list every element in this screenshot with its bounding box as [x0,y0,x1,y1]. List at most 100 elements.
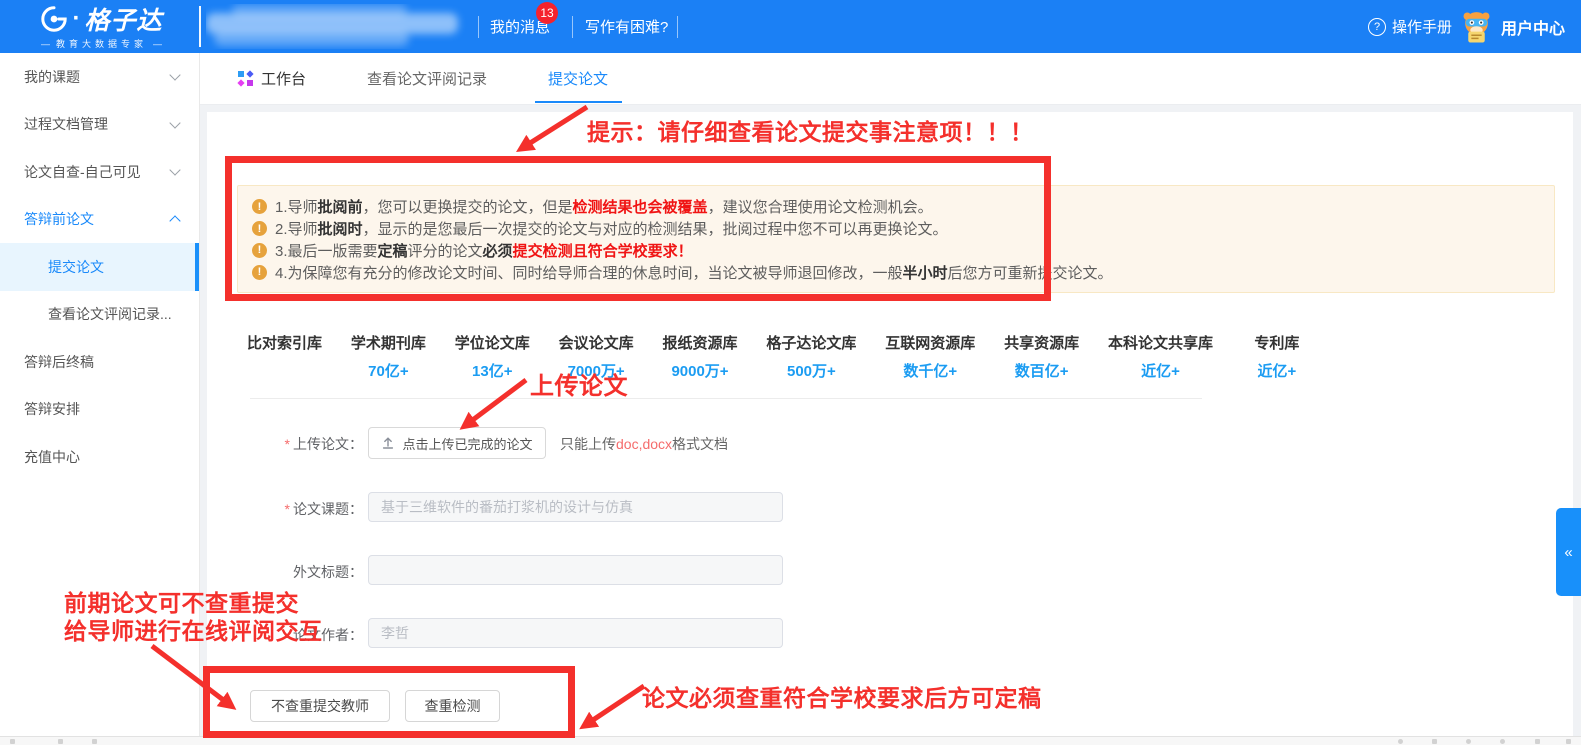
annotation-box-notice [225,156,1051,301]
stat-value: 70亿+ [351,360,426,381]
stat-label: 学术期刊库 [351,332,426,353]
content-tabbar: 工作台 查看论文评阅记录 提交论文 [199,53,1581,105]
sidebar-item-label: 我的课题 [24,67,171,87]
sidebar-item-defense-schedule[interactable]: 答辩安排 [0,386,199,434]
stat-patent-db: 专利库 近亿+ [1242,332,1312,381]
required-asterisk: * [285,501,290,517]
tab-workbench[interactable]: 工作台 [238,53,306,103]
blurred-user-school-info [206,4,468,49]
taskbar-icon [1566,739,1571,744]
sidebar-item-label: 查看论文评阅记录... [48,304,179,324]
paper-author-input[interactable] [368,618,783,648]
required-asterisk: * [285,436,290,452]
annotation-bottom-tip: 论文必须查重符合学校要求后方可定稿 [642,679,1042,713]
taskbar-icon [10,739,15,744]
nav-separator [478,16,479,38]
tab-submit-paper-label: 提交论文 [548,68,608,89]
stat-shared-db: 共享资源库 数百亿+ [1004,332,1079,381]
annotation-upload-tip: 上传论文 [530,366,628,401]
chevron-down-icon [169,70,180,81]
g-swirl-logo-icon [40,5,68,33]
stat-value: 数千亿+ [885,360,975,381]
hint-text: 格式文档 [672,436,728,452]
chevrons-left-icon: « [1564,544,1572,561]
sidebar-item-process-docs[interactable]: 过程文档管理 [0,101,199,149]
brand-tagline: — 教育大数据专家 — [14,37,189,50]
stat-label: 比对索引库 [247,332,322,353]
sidebar-item-recharge-center[interactable]: 充值中心 [0,433,199,481]
question-circle-icon: ? [1368,18,1386,36]
user-center-label: 用户中心 [1501,15,1565,39]
title-label-text: 论文课题： [293,501,363,517]
top-header: · 格子达 — 教育大数据专家 — 我的消息 13 写作有困难? ? [0,0,1581,53]
hint-text: 只能上传 [560,436,616,452]
nav-separator [572,16,573,38]
stat-value: 13亿+ [455,360,530,381]
writing-help-label: 写作有困难? [585,16,668,37]
stat-label: 会议论文库 [559,332,634,353]
paper-title-input[interactable] [368,492,783,522]
database-stats-row: 比对索引库 学术期刊库 70亿+ 学位论文库 13亿+ 会议论文库 7000万+… [247,332,1312,381]
stat-label: 互联网资源库 [885,332,975,353]
tiger-mascot-avatar [1460,10,1493,43]
sidebar-item-self-check[interactable]: 论文自查-自己可见 [0,148,199,196]
annotation-box-buttons [203,666,575,738]
stat-value: 近亿+ [1242,360,1312,381]
upload-paper-button[interactable]: 点击上传已完成的论文 [368,427,546,459]
taskbar-icon [1500,739,1505,744]
upload-paper-label: *上传论文： [207,434,363,454]
annotation-left-tip-line2: 给导师进行在线评阅交互 [64,612,323,646]
header-divider [199,6,201,47]
foreign-title-input[interactable] [368,555,783,585]
chevron-down-icon [169,117,180,128]
page-root: · 格子达 — 教育大数据专家 — 我的消息 13 写作有困难? ? [0,0,1581,745]
upload-button-label: 点击上传已完成的论文 [402,434,532,453]
stat-thesis-db: 学位论文库 13亿+ [455,332,530,381]
stat-label: 报纸资源库 [663,332,738,353]
stat-label: 格子达论文库 [766,332,856,353]
tab-review-records[interactable]: 查看论文评阅记录 [367,53,487,103]
stat-compare-index: 比对索引库 [247,332,322,381]
user-center-button[interactable]: 用户中心 [1460,0,1565,53]
sidebar-item-pre-defense-paper[interactable]: 答辩前论文 [0,196,199,244]
upload-format-hint: 只能上传doc,docx格式文档 [560,434,728,454]
manual-label: 操作手册 [1392,16,1452,37]
sidebar-item-submit-paper[interactable]: 提交论文 [0,243,199,291]
tab-submit-paper[interactable]: 提交论文 [548,53,608,103]
taskbar-icon [1432,739,1437,744]
tagline-dash-left: — [41,39,50,49]
taskbar-icon [1535,739,1540,744]
sidebar-item-label: 过程文档管理 [24,114,171,134]
sidebar-item-label: 论文自查-自己可见 [24,162,171,182]
foreign-title-label: 外文标题： [207,562,363,582]
sidebar-item-label: 答辩前论文 [24,209,171,229]
manual-link[interactable]: ? 操作手册 [1368,0,1452,53]
upload-label-text: 上传论文： [293,436,363,452]
collapse-panel-handle[interactable]: « [1556,508,1581,596]
taskbar-icon [92,739,97,744]
stat-label: 专利库 [1242,332,1312,353]
active-tab-underline [535,101,622,103]
stat-undergrad-db: 本科论文共享库 近亿+ [1108,332,1213,381]
taskbar-icon [1466,739,1471,744]
tagline-text: 教育大数据专家 [56,37,147,50]
stat-value: 近亿+ [1108,360,1213,381]
grid-icon [238,71,253,86]
stat-newspaper-db: 报纸资源库 9000万+ [663,332,738,381]
brand-dot: · [72,14,80,24]
writing-help-link[interactable]: 写作有困难? [585,0,668,53]
sidebar-item-my-topics[interactable]: 我的课题 [0,53,199,101]
tab-workbench-label: 工作台 [261,68,306,89]
annotation-top-tip: 提示：请仔细查看论文提交事注意项！！！ [587,113,1034,147]
stat-label: 本科论文共享库 [1108,332,1213,353]
stat-value: 9000万+ [663,360,738,381]
sidebar-item-review-records[interactable]: 查看论文评阅记录... [0,291,199,339]
stat-gezida-db: 格子达论文库 500万+ [766,332,856,381]
stat-journal-db: 学术期刊库 70亿+ [351,332,426,381]
messages-badge: 13 [536,2,558,24]
taskbar-icon [58,739,63,744]
brand-logo: · 格子达 — 教育大数据专家 — [14,3,189,50]
sidebar-item-label: 答辩后终稿 [24,352,179,372]
chevron-down-icon [169,165,180,176]
sidebar-item-final-draft[interactable]: 答辩后终稿 [0,338,199,386]
